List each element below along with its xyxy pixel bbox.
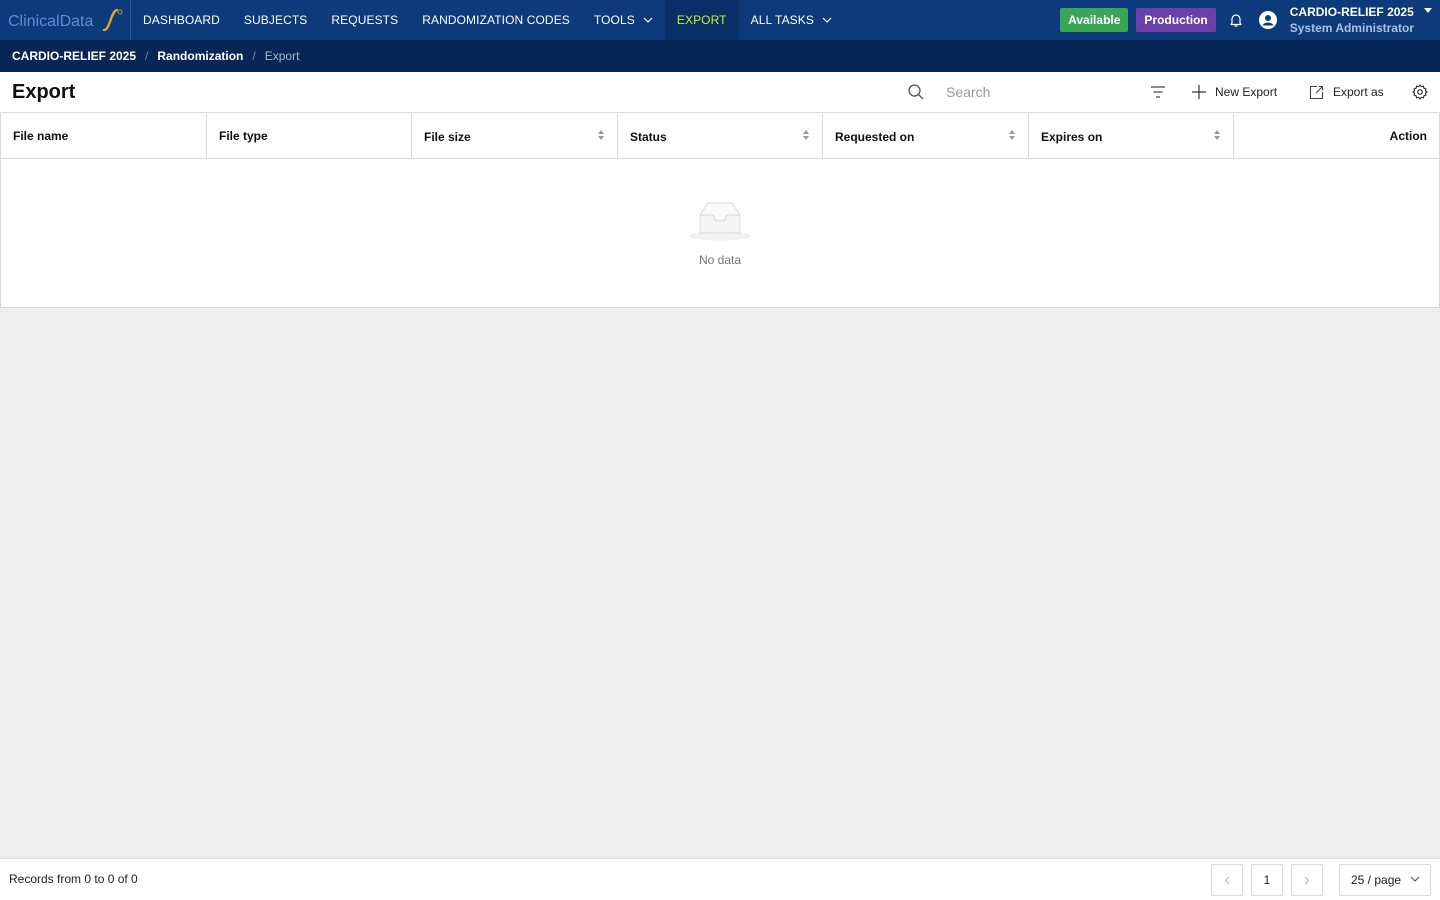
search-icon[interactable] bbox=[907, 83, 927, 103]
user-menu[interactable]: CARDIO-RELIEF 2025 System Administrator bbox=[1290, 5, 1414, 35]
export-as-button[interactable]: Export as bbox=[1309, 82, 1384, 102]
nav-randomization-codes[interactable]: RANDOMIZATION CODES bbox=[410, 0, 582, 40]
breadcrumb-randomization[interactable]: Randomization bbox=[157, 49, 243, 63]
bell-icon[interactable] bbox=[1224, 8, 1248, 32]
column-label: File name bbox=[13, 128, 69, 143]
sort-icon bbox=[1214, 130, 1220, 140]
breadcrumb-separator: / bbox=[252, 49, 256, 63]
next-page-button[interactable] bbox=[1291, 864, 1323, 896]
nav-tools-label: TOOLS bbox=[593, 13, 635, 27]
sort-icon bbox=[803, 130, 809, 140]
page-size-select[interactable]: 25 / page bbox=[1339, 864, 1431, 896]
new-export-button[interactable]: New Export bbox=[1191, 82, 1277, 102]
nav-export[interactable]: EXPORT bbox=[664, 0, 739, 40]
column-label: File size bbox=[424, 130, 471, 144]
column-label: Action bbox=[1389, 128, 1427, 143]
logo-wordmark: ClinicalData bbox=[8, 13, 93, 30]
export-as-label: Export as bbox=[1333, 85, 1384, 99]
nav-export-label: EXPORT bbox=[676, 13, 727, 27]
breadcrumb-current: Export bbox=[264, 49, 300, 63]
column-header-file-name[interactable]: File name bbox=[1, 113, 207, 158]
chevron-down-icon bbox=[1410, 876, 1420, 882]
chevron-down-icon bbox=[822, 17, 832, 23]
column-header-file-size[interactable]: File size bbox=[412, 113, 618, 158]
user-study-name: CARDIO-RELIEF 2025 bbox=[1289, 5, 1414, 19]
new-export-label: New Export bbox=[1215, 85, 1278, 99]
nav-subjects-label: SUBJECTS bbox=[243, 13, 308, 27]
main-nav: DASHBOARD SUBJECTS REQUESTS RANDOMIZATIO… bbox=[131, 0, 844, 40]
page-title: Export bbox=[12, 81, 76, 103]
sort-icon bbox=[598, 130, 604, 140]
current-page-button[interactable]: 1 bbox=[1251, 864, 1283, 896]
environment-badge: Production bbox=[1136, 8, 1216, 32]
plus-icon bbox=[1192, 85, 1206, 99]
column-header-action: Action bbox=[1234, 113, 1439, 158]
column-header-file-type[interactable]: File type bbox=[207, 113, 412, 158]
user-avatar-icon[interactable] bbox=[1256, 8, 1280, 32]
user-role: System Administrator bbox=[1289, 21, 1414, 35]
column-label: Expires on bbox=[1041, 130, 1103, 144]
nav-requests-label: REQUESTS bbox=[331, 13, 399, 27]
nav-dashboard[interactable]: DASHBOARD bbox=[131, 0, 232, 40]
column-header-status[interactable]: Status bbox=[618, 113, 823, 158]
nav-dashboard-label: DASHBOARD bbox=[143, 13, 220, 27]
column-header-requested-on[interactable]: Requested on bbox=[823, 113, 1029, 158]
pagination-footer: Records from 0 to 0 of 0 1 25 / page bbox=[0, 858, 1440, 900]
table-header: File name File type File size Status Req… bbox=[1, 113, 1439, 159]
gear-icon[interactable] bbox=[1410, 82, 1430, 102]
logo-mark: ClinicalData bbox=[8, 8, 123, 32]
page-header: Export New Export Export as bbox=[0, 72, 1440, 113]
caret-down-icon[interactable] bbox=[1420, 0, 1436, 40]
column-label: Status bbox=[630, 130, 667, 144]
nav-subjects[interactable]: SUBJECTS bbox=[232, 0, 319, 40]
status-badge: Available bbox=[1060, 8, 1129, 32]
column-header-expires-on[interactable]: Expires on bbox=[1029, 113, 1234, 158]
empty-state: No data bbox=[1, 159, 1439, 307]
empty-state-text: No data bbox=[698, 253, 742, 267]
breadcrumb-separator: / bbox=[145, 49, 149, 63]
column-label: File type bbox=[219, 128, 268, 143]
nav-randomization-codes-label: RANDOMIZATION CODES bbox=[422, 13, 570, 27]
breadcrumb-study[interactable]: CARDIO-RELIEF 2025 bbox=[12, 49, 136, 63]
previous-page-button[interactable] bbox=[1211, 864, 1243, 896]
column-label: Requested on bbox=[835, 130, 915, 144]
page-size-value: 25 / page bbox=[1351, 873, 1402, 887]
nav-all-tasks-dropdown[interactable]: ALL TASKS bbox=[739, 0, 844, 40]
exports-table: File name File type File size Status Req… bbox=[0, 113, 1440, 308]
top-navigation-bar: ClinicalData DASHBOARD SUBJECTS REQUESTS… bbox=[0, 0, 1440, 40]
nav-all-tasks-label: ALL TASKS bbox=[750, 13, 814, 27]
breadcrumb: CARDIO-RELIEF 2025 / Randomization / Exp… bbox=[0, 40, 1440, 72]
chevron-right-icon bbox=[1304, 876, 1310, 884]
chevron-left-icon bbox=[1224, 876, 1230, 884]
search-input[interactable] bbox=[936, 80, 1126, 104]
empty-inbox-icon bbox=[689, 202, 751, 241]
filter-icon[interactable] bbox=[1148, 82, 1168, 102]
nav-requests[interactable]: REQUESTS bbox=[319, 0, 410, 40]
chevron-down-icon bbox=[643, 17, 653, 23]
export-icon bbox=[1309, 85, 1324, 99]
records-summary: Records from 0 to 0 of 0 bbox=[9, 872, 138, 886]
clinicaldata-logo[interactable]: ClinicalData bbox=[0, 0, 131, 40]
nav-right-area: Available Production CARDIO-RELIEF 2025 … bbox=[1060, 0, 1440, 40]
sort-icon bbox=[1009, 130, 1015, 140]
nav-tools-dropdown[interactable]: TOOLS bbox=[582, 0, 665, 40]
